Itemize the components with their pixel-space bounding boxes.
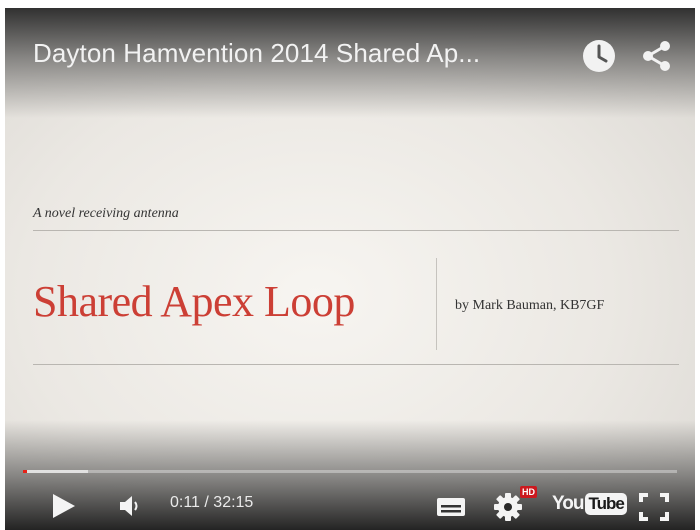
watch-later-button[interactable] (581, 38, 617, 74)
share-button[interactable] (639, 38, 675, 74)
captions-button[interactable] (435, 495, 467, 524)
slide-divider-vertical (436, 258, 437, 350)
youtube-logo[interactable]: You Tube (552, 491, 627, 517)
gear-icon (494, 493, 522, 521)
slide-subtitle: A novel receiving antenna (33, 206, 179, 221)
hd-badge: HD (520, 486, 537, 498)
captions-icon (437, 498, 465, 516)
progress-bar[interactable] (23, 470, 677, 473)
progress-buffered (23, 470, 89, 473)
clock-icon (583, 40, 615, 72)
fullscreen-icon (639, 493, 669, 521)
slide-title: Shared Apex Loop (33, 277, 355, 326)
video-title[interactable]: Dayton Hamvention 2014 Shared Ap... (33, 38, 480, 69)
share-icon (643, 41, 670, 71)
progress-played (23, 470, 27, 473)
slide-byline: by Mark Bauman, KB7GF (455, 298, 605, 313)
youtube-logo-you: You (552, 493, 585, 514)
time-display: 0:11 / 32:15 (170, 494, 254, 511)
play-icon (53, 494, 75, 518)
fullscreen-button[interactable] (638, 492, 670, 527)
slide-divider-top (33, 230, 679, 231)
volume-icon (120, 496, 138, 516)
volume-button[interactable] (117, 493, 143, 524)
video-player[interactable]: Dayton Hamvention 2014 Shared Ap... A no… (5, 8, 695, 530)
youtube-logo-tube: Tube (585, 493, 627, 515)
slide-divider-bottom (33, 364, 679, 365)
settings-button[interactable] (493, 492, 523, 527)
play-button[interactable] (49, 492, 77, 525)
